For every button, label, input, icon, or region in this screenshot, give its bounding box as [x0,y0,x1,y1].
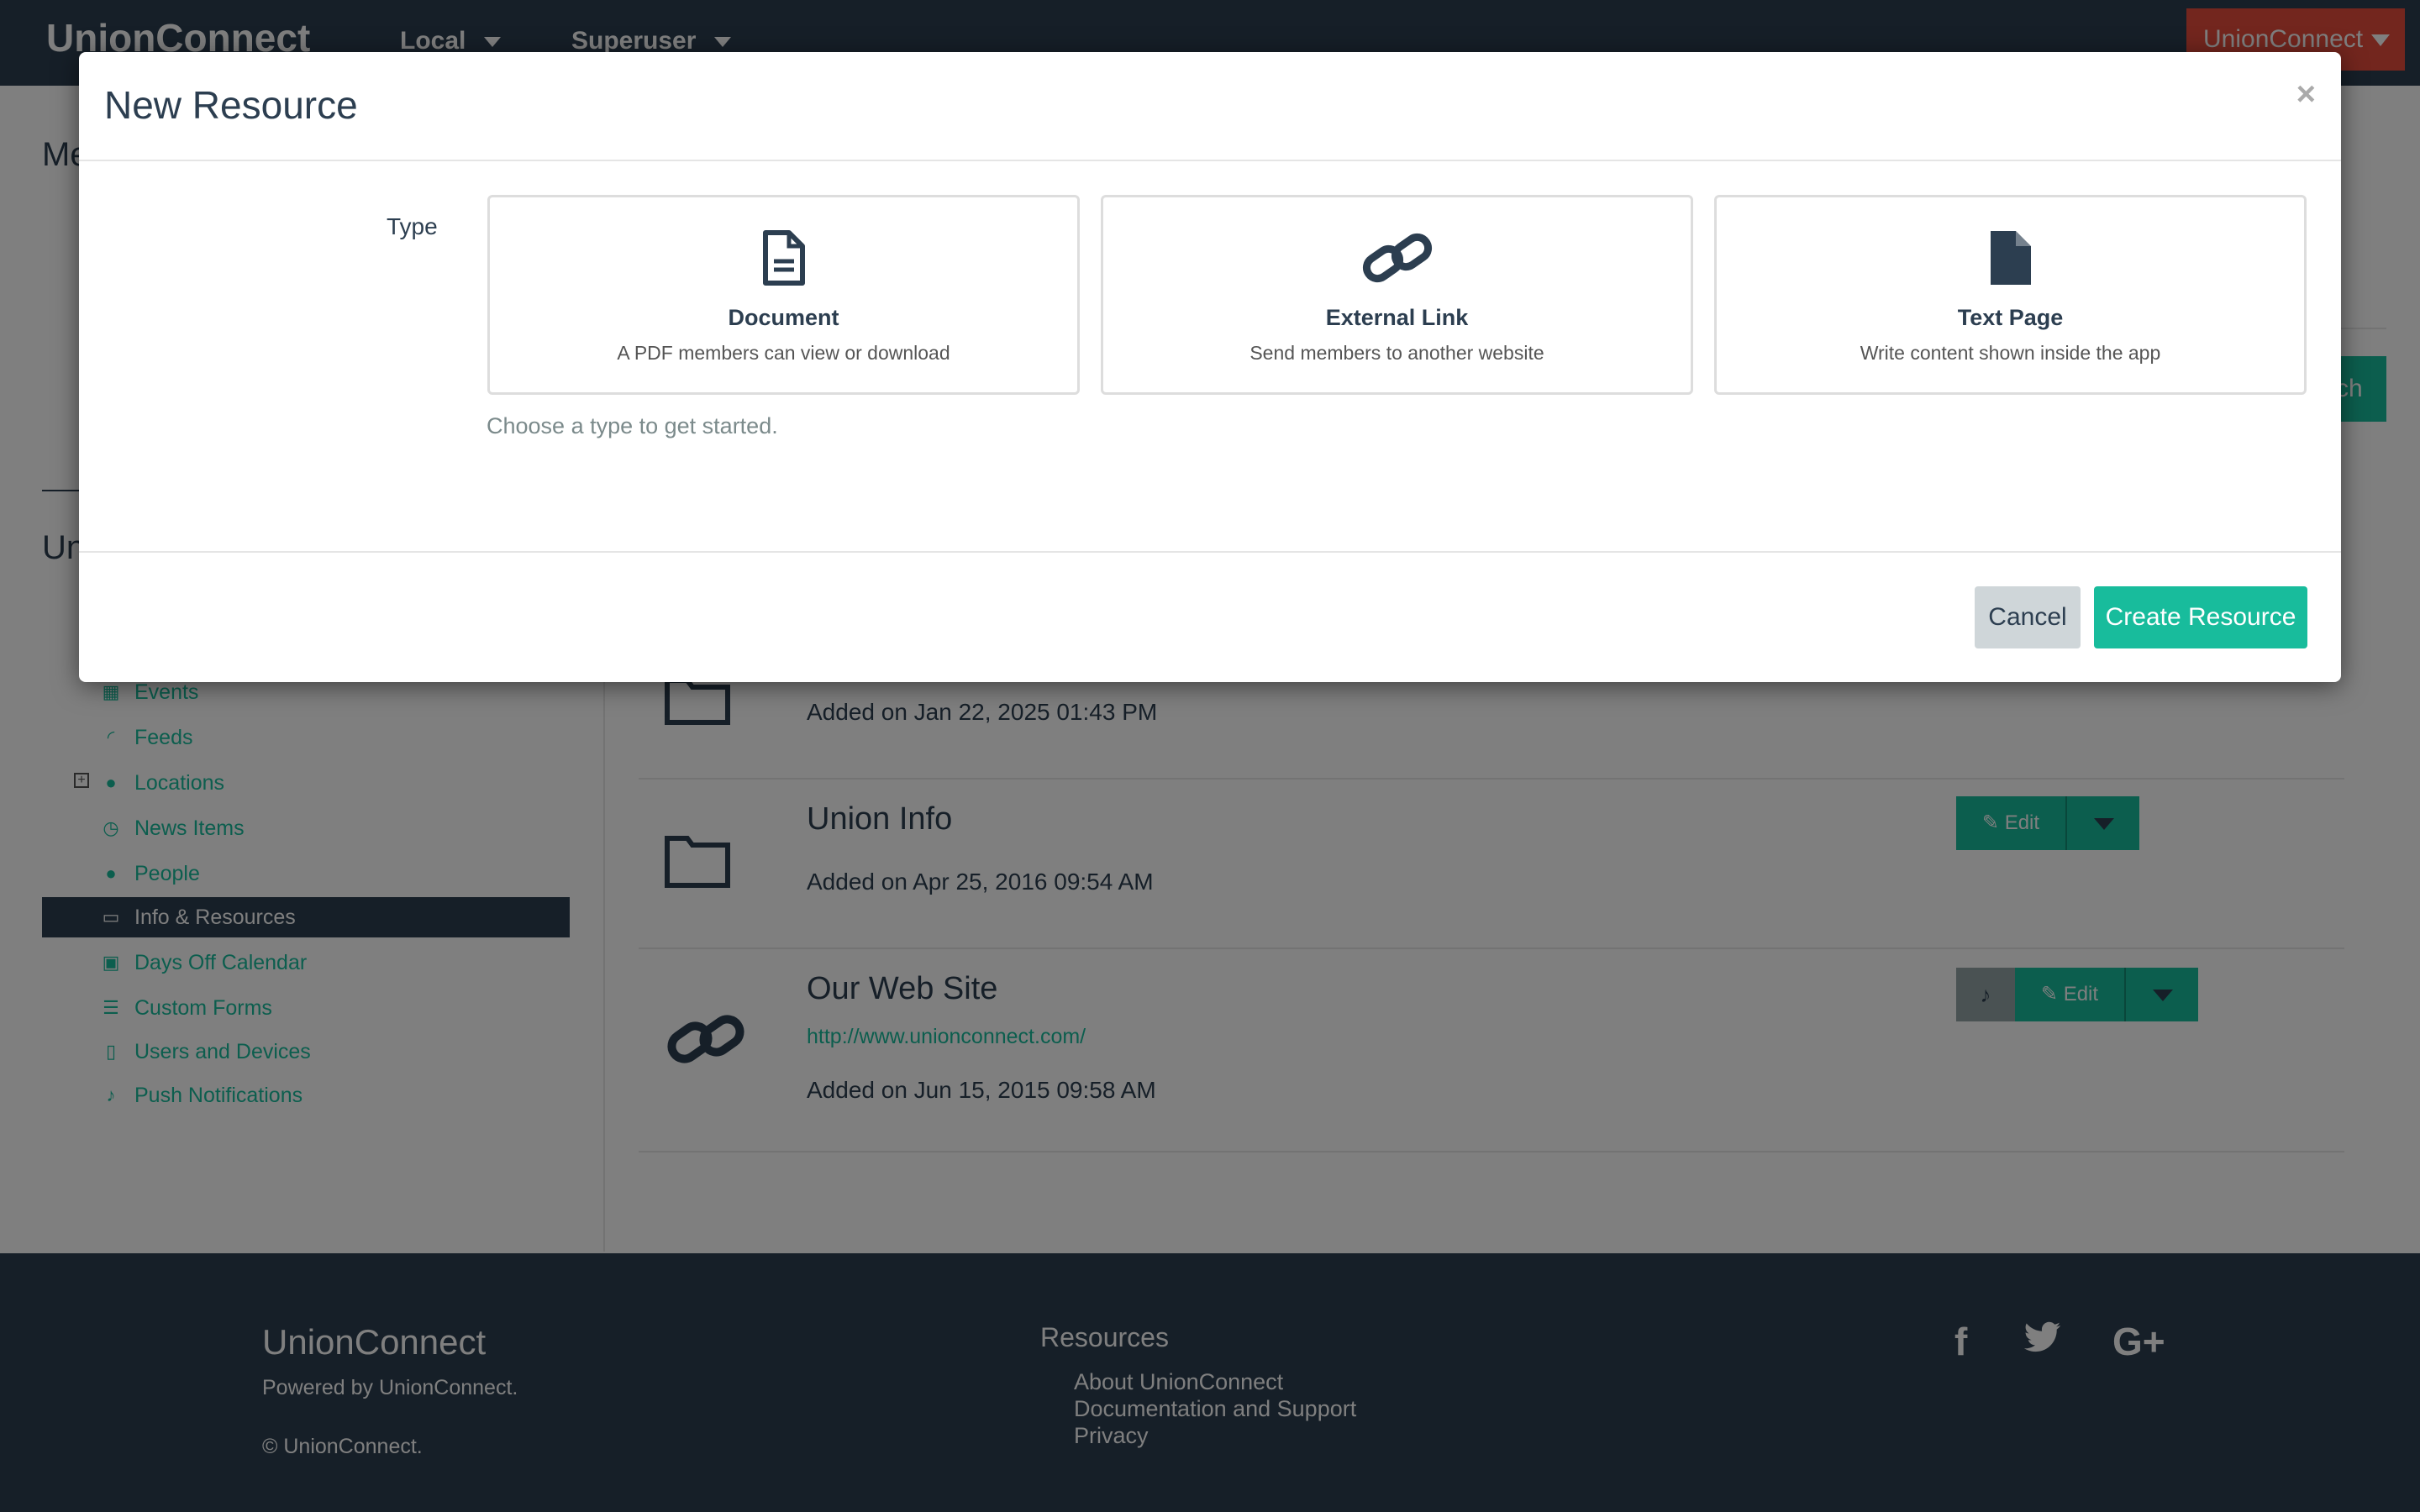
type-card-title: Document [728,305,839,330]
modal-header: New Resource × [79,52,2341,161]
type-card-document[interactable]: Document A PDF members can view or downl… [487,195,1080,395]
type-label: Type [387,213,438,239]
new-resource-modal: New Resource × Type Document A PDF membe… [79,52,2341,682]
type-card-title: Text Page [1957,305,2064,330]
type-card-text-page[interactable]: Text Page Write content shown inside the… [1714,195,2307,395]
cancel-button[interactable]: Cancel [1975,586,2081,648]
file-icon [1717,229,2304,286]
create-resource-button[interactable]: Create Resource [2094,586,2307,648]
type-card-title: External Link [1325,305,1469,330]
close-icon[interactable]: × [2296,76,2316,113]
help-text: Choose a type to get started. [487,413,778,438]
type-card-description: A PDF members can view or download [617,342,950,364]
type-card-description: Send members to another website [1249,342,1544,364]
type-card-external-link[interactable]: External Link Send members to another we… [1101,195,1693,395]
document-icon [490,229,1077,286]
modal-title: New Resource [104,83,358,127]
type-card-description: Write content shown inside the app [1860,342,2161,364]
link-icon [1103,229,1691,286]
modal-footer: Cancel Create Resource [79,551,2341,682]
